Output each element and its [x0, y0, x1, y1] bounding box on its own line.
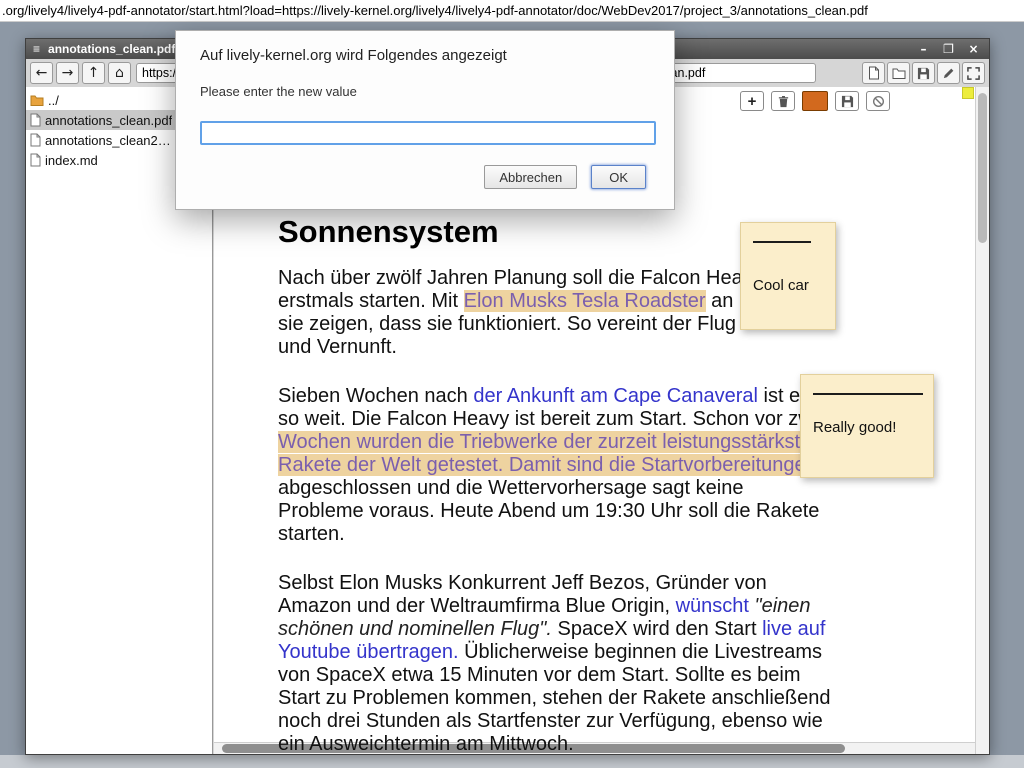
file-icon [30, 153, 41, 167]
file-name: annotations_clean2.pdf [45, 133, 173, 148]
home-icon: ⌂ [115, 65, 124, 81]
pdf-highlighted-text[interactable]: Elon Musks Tesla Roadster [464, 290, 706, 312]
pdf-paragraph: Selbst Elon Musks Konkurrent Jeff Bezos,… [278, 572, 834, 754]
toolbar-right-icons [862, 62, 985, 84]
dialog-cancel-button[interactable]: Abbrechen [484, 165, 577, 189]
pdf-paragraph: Sieben Wochen nach der Ankunft am Cape C… [278, 385, 834, 546]
pdf-link-text[interactable]: wünscht [676, 595, 749, 617]
sticky-note-cool-car[interactable]: Cool car [740, 222, 836, 330]
trash-icon [777, 95, 790, 108]
dialog-ok-button[interactable]: OK [591, 165, 646, 189]
edit-button[interactable] [937, 62, 960, 84]
highlight-color-swatch[interactable] [802, 91, 828, 111]
yellow-marker [962, 87, 974, 99]
save-icon [917, 67, 930, 80]
annotation-toolbar: + [740, 91, 890, 111]
open-folder-button[interactable] [887, 62, 910, 84]
prompt-dialog: Auf lively-kernel.org wird Folgendes ang… [175, 30, 675, 210]
note-stroke [813, 393, 923, 395]
file-icon [30, 133, 41, 147]
delete-annotation-button[interactable] [771, 91, 795, 111]
dialog-title: Auf lively-kernel.org wird Folgendes ang… [200, 47, 650, 64]
back-icon: ← [36, 65, 48, 81]
block-icon [872, 95, 885, 108]
up-button[interactable]: ↑ [82, 62, 105, 84]
folder-icon [892, 67, 906, 79]
home-button[interactable]: ⌂ [108, 62, 131, 84]
folder-icon [30, 94, 44, 106]
new-file-button[interactable] [862, 62, 885, 84]
file-name: index.md [45, 153, 98, 168]
note-stroke [753, 241, 811, 243]
save-annotations-button[interactable] [835, 91, 859, 111]
dialog-input[interactable] [200, 121, 656, 145]
add-annotation-button[interactable]: + [740, 91, 764, 111]
pencil-icon [942, 67, 955, 80]
file-name: annotations_clean.pdf [45, 113, 172, 128]
close-button[interactable]: × [965, 42, 982, 56]
menu-icon[interactable]: ≡ [33, 42, 40, 56]
browser-url-bar[interactable]: .org/lively4/lively4-pdf-annotator/start… [0, 0, 1024, 22]
sticky-note-really-good[interactable]: Really good! [800, 374, 934, 478]
fullscreen-button[interactable] [962, 62, 985, 84]
article-body: Nach über zwölf Jahren Planung soll die … [278, 267, 834, 754]
forward-icon: → [62, 65, 74, 81]
pdf-text: SpaceX wird den Start [552, 618, 762, 640]
pdf-link-text[interactable]: der Ankunft am Cape Canaveral [473, 385, 758, 407]
note-text: Really good! [813, 419, 921, 436]
forward-button[interactable]: → [56, 62, 79, 84]
save-icon [841, 95, 854, 108]
maximize-button[interactable]: ❐ [940, 42, 957, 56]
pdf-text: abgeschlossen und die Wettervorhersage s… [278, 477, 819, 545]
vertical-scrollbar-thumb[interactable] [978, 93, 987, 243]
file-icon [30, 113, 41, 127]
file-name: ../ [48, 93, 59, 108]
cancel-annotation-button[interactable] [866, 91, 890, 111]
minimize-button[interactable]: – [915, 42, 932, 56]
pdf-text: Sieben Wochen nach [278, 385, 473, 407]
up-icon: ↑ [88, 65, 100, 81]
note-text: Cool car [753, 277, 823, 294]
vertical-scrollbar[interactable] [975, 87, 989, 754]
back-button[interactable]: ← [30, 62, 53, 84]
pdf-highlighted-text[interactable]: Wochen wurden die Triebwerke der zurzeit… [278, 431, 822, 476]
plus-icon: + [748, 93, 757, 110]
new-file-icon [868, 66, 880, 80]
desktop-bottom-strip [0, 755, 1024, 768]
save-button[interactable] [912, 62, 935, 84]
fullscreen-icon [967, 67, 980, 80]
dialog-buttons: Abbrechen OK [200, 165, 650, 189]
dialog-message: Please enter the new value [200, 84, 650, 99]
window-title: annotations_clean.pdf [48, 42, 175, 56]
